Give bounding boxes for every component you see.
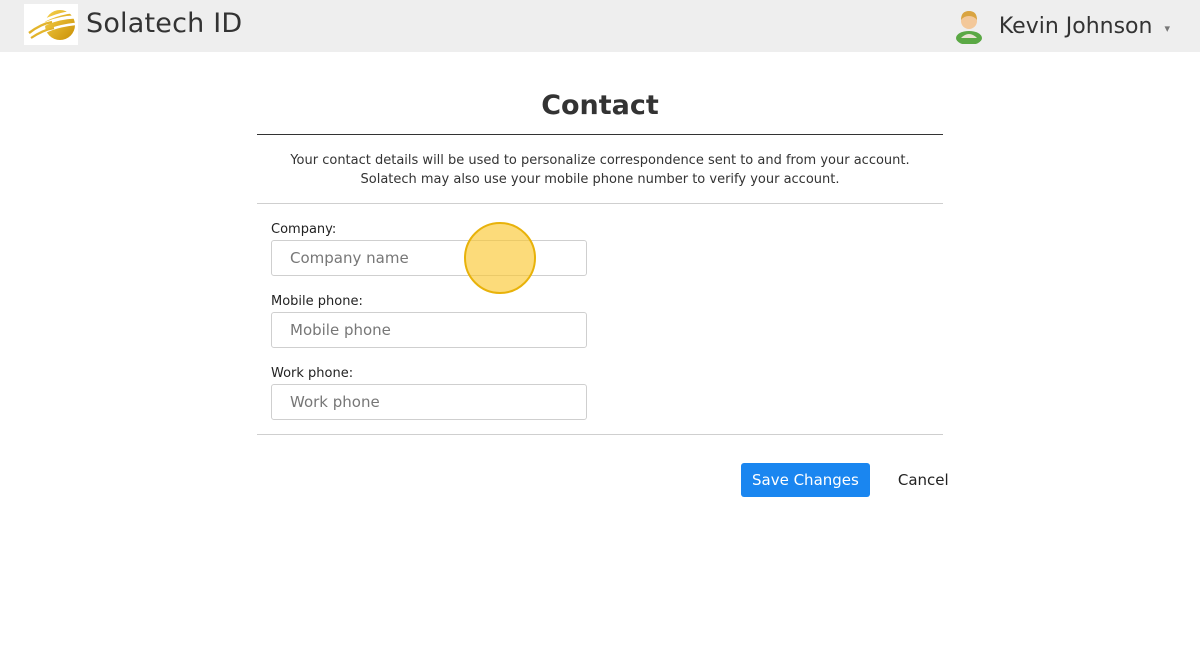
mobile-phone-field: Mobile phone: <box>271 294 929 348</box>
cancel-button[interactable]: Cancel <box>898 471 949 489</box>
company-input[interactable] <box>271 240 587 276</box>
work-phone-input[interactable] <box>271 384 587 420</box>
top-bar: Solatech ID Kevin Johnson ▾ <box>0 0 1200 52</box>
intro-line-1: Your contact details will be used to per… <box>290 153 910 168</box>
contact-panel: Contact Your contact details will be use… <box>257 52 943 435</box>
solatech-logo-icon[interactable] <box>24 4 78 45</box>
company-field: Company: <box>271 222 929 276</box>
chevron-down-icon[interactable]: ▾ <box>1164 22 1170 35</box>
form-divider <box>257 434 943 435</box>
work-phone-label: Work phone: <box>271 366 354 381</box>
contact-form: Company: Mobile phone: Work phone: <box>257 204 943 434</box>
intro-line-2: Solatech may also use your mobile phone … <box>360 172 840 187</box>
intro-text: Your contact details will be used to per… <box>257 135 943 203</box>
save-changes-button[interactable]: Save Changes <box>741 463 870 497</box>
app-title: Solatech ID <box>86 8 243 39</box>
work-phone-field: Work phone: <box>271 366 929 420</box>
form-actions: Save Changes Cancel <box>741 463 949 497</box>
company-label: Company: <box>271 222 337 237</box>
user-menu[interactable]: Kevin Johnson ▾ <box>953 8 1170 44</box>
page-title: Contact <box>541 90 659 121</box>
user-avatar-icon <box>955 11 982 44</box>
mobile-phone-label: Mobile phone: <box>271 294 363 309</box>
user-name: Kevin Johnson <box>998 13 1153 39</box>
mobile-phone-input[interactable] <box>271 312 587 348</box>
